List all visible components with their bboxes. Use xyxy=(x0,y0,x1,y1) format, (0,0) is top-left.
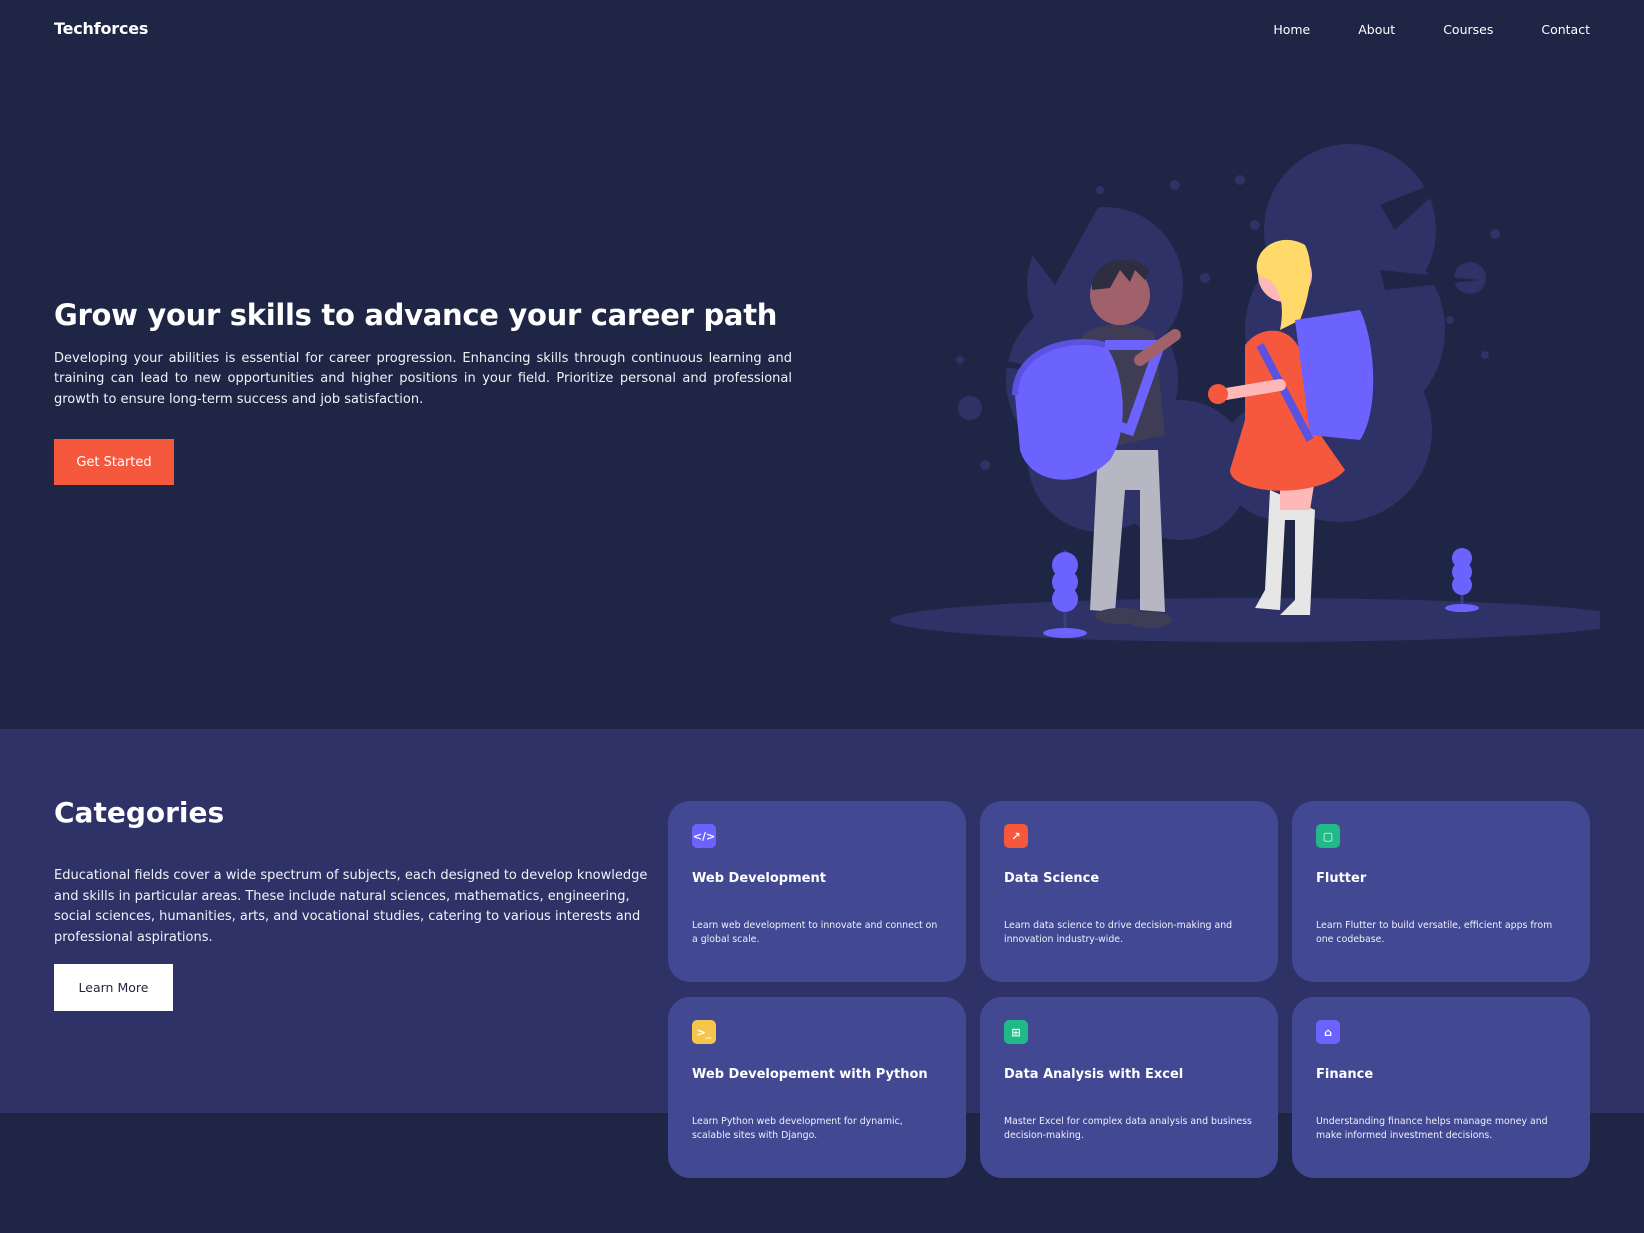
card-title: Web Development xyxy=(692,871,826,886)
card-title: Web Developement with Python xyxy=(692,1067,928,1082)
card-title: Finance xyxy=(1316,1067,1374,1082)
category-card-python[interactable]: >_ Web Developement with Python Learn Py… xyxy=(668,997,966,1178)
category-card-excel[interactable]: ⊞ Data Analysis with Excel Master Excel … xyxy=(980,997,1278,1178)
card-description: Learn Python web development for dynamic… xyxy=(692,1116,903,1141)
nav-link-courses[interactable]: Courses xyxy=(1443,22,1493,37)
category-card-web-development[interactable]: </> Web Development Learn web developmen… xyxy=(668,801,966,982)
card-description: Learn web development to innovate and co… xyxy=(692,920,938,945)
categories-title: Categories xyxy=(54,796,225,829)
card-description: Learn data science to drive decision-mak… xyxy=(1004,920,1233,945)
device-icon: ▢ xyxy=(1316,824,1340,848)
get-started-button[interactable]: Get Started xyxy=(54,439,174,485)
hero-title: Grow your skills to advance your career … xyxy=(54,298,778,332)
terminal-icon: >_ xyxy=(692,1020,716,1044)
card-title: Data Science xyxy=(1004,871,1100,886)
card-description: Master Excel for complex data analysis a… xyxy=(1004,1116,1252,1141)
category-card-finance[interactable]: ⌂ Finance Understanding finance helps ma… xyxy=(1292,997,1590,1178)
category-card-flutter[interactable]: ▢ Flutter Learn Flutter to build versati… xyxy=(1292,801,1590,982)
nav-link-about[interactable]: About xyxy=(1358,22,1395,37)
bank-icon: ⌂ xyxy=(1316,1020,1340,1044)
category-card-data-science[interactable]: ↗ Data Science Learn data science to dri… xyxy=(980,801,1278,982)
top-nav: Techforces Home About Courses Contact xyxy=(0,0,1644,60)
categories-description: Educational fields cover a wide spectrum… xyxy=(54,868,648,945)
nav-link-home[interactable]: Home xyxy=(1273,22,1310,37)
card-title: Flutter xyxy=(1316,871,1367,886)
nav-link-contact[interactable]: Contact xyxy=(1541,22,1590,37)
brand-logo[interactable]: Techforces xyxy=(54,19,148,38)
students-illustration xyxy=(890,144,1600,642)
card-title: Data Analysis with Excel xyxy=(1004,1067,1184,1082)
card-description: Learn Flutter to build versatile, effici… xyxy=(1316,920,1553,945)
nav-links: Home About Courses Contact xyxy=(1273,22,1590,37)
chart-icon: ↗ xyxy=(1004,824,1028,848)
hero-description: Developing your abilities is essential f… xyxy=(54,351,792,407)
code-icon: </> xyxy=(692,824,716,848)
spreadsheet-icon: ⊞ xyxy=(1004,1020,1028,1044)
card-description: Understanding finance helps manage money… xyxy=(1316,1116,1548,1141)
learn-more-button[interactable]: Learn More xyxy=(54,964,173,1011)
